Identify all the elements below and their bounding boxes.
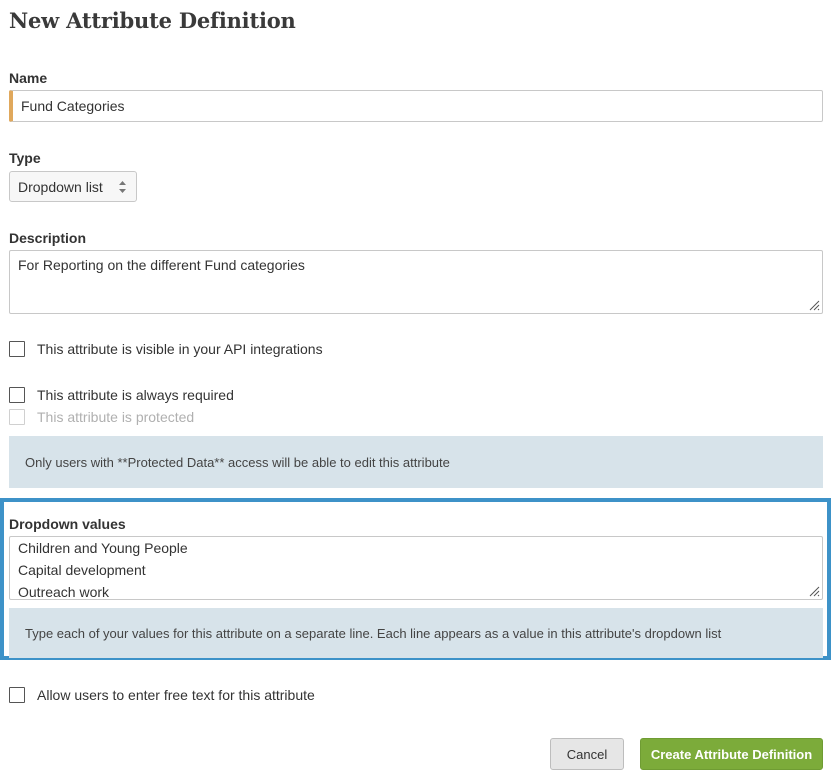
api-visible-checkbox[interactable] [9, 341, 25, 357]
dropdown-values-label: Dropdown values [9, 516, 126, 532]
dropdown-values-help-text: Type each of your values for this attrib… [25, 625, 722, 641]
resize-grip-icon[interactable] [808, 585, 820, 597]
dropdown-value-item: Capital development [18, 562, 146, 578]
type-select[interactable]: Dropdown list [9, 171, 137, 202]
create-attribute-button[interactable]: Create Attribute Definition [640, 738, 823, 770]
description-label: Description [9, 230, 87, 246]
name-label: Name [9, 70, 48, 86]
protected-label: This attribute is protected [37, 409, 195, 425]
dropdown-value-item: Outreach work [18, 584, 110, 600]
dropdown-values-textarea[interactable]: Children and Young People Capital develo… [9, 536, 823, 600]
protected-checkbox [9, 409, 25, 425]
description-text: For Reporting on the different Fund cate… [18, 257, 305, 273]
free-text-checkbox[interactable] [9, 687, 25, 703]
always-required-label: This attribute is always required [37, 387, 234, 403]
free-text-label: Allow users to enter free text for this … [37, 687, 315, 703]
protected-info-panel: Only users with **Protected Data** acces… [9, 436, 823, 488]
always-required-checkbox[interactable] [9, 387, 25, 403]
type-label: Type [9, 150, 41, 166]
cancel-button[interactable]: Cancel [550, 738, 624, 770]
name-input[interactable] [9, 90, 823, 122]
dropdown-values-list: Children and Young People Capital develo… [10, 537, 822, 600]
resize-grip-icon[interactable] [808, 299, 820, 311]
api-visible-label: This attribute is visible in your API in… [37, 341, 323, 357]
type-select-value: Dropdown list [18, 178, 103, 195]
protected-info-text: Only users with **Protected Data** acces… [25, 454, 450, 470]
dropdown-value-item: Children and Young People [18, 540, 188, 556]
description-textarea[interactable]: For Reporting on the different Fund cate… [9, 250, 823, 314]
page-title: New Attribute Definition [9, 8, 296, 33]
dropdown-values-help-panel: Type each of your values for this attrib… [9, 608, 823, 658]
select-arrows-icon [119, 181, 126, 193]
